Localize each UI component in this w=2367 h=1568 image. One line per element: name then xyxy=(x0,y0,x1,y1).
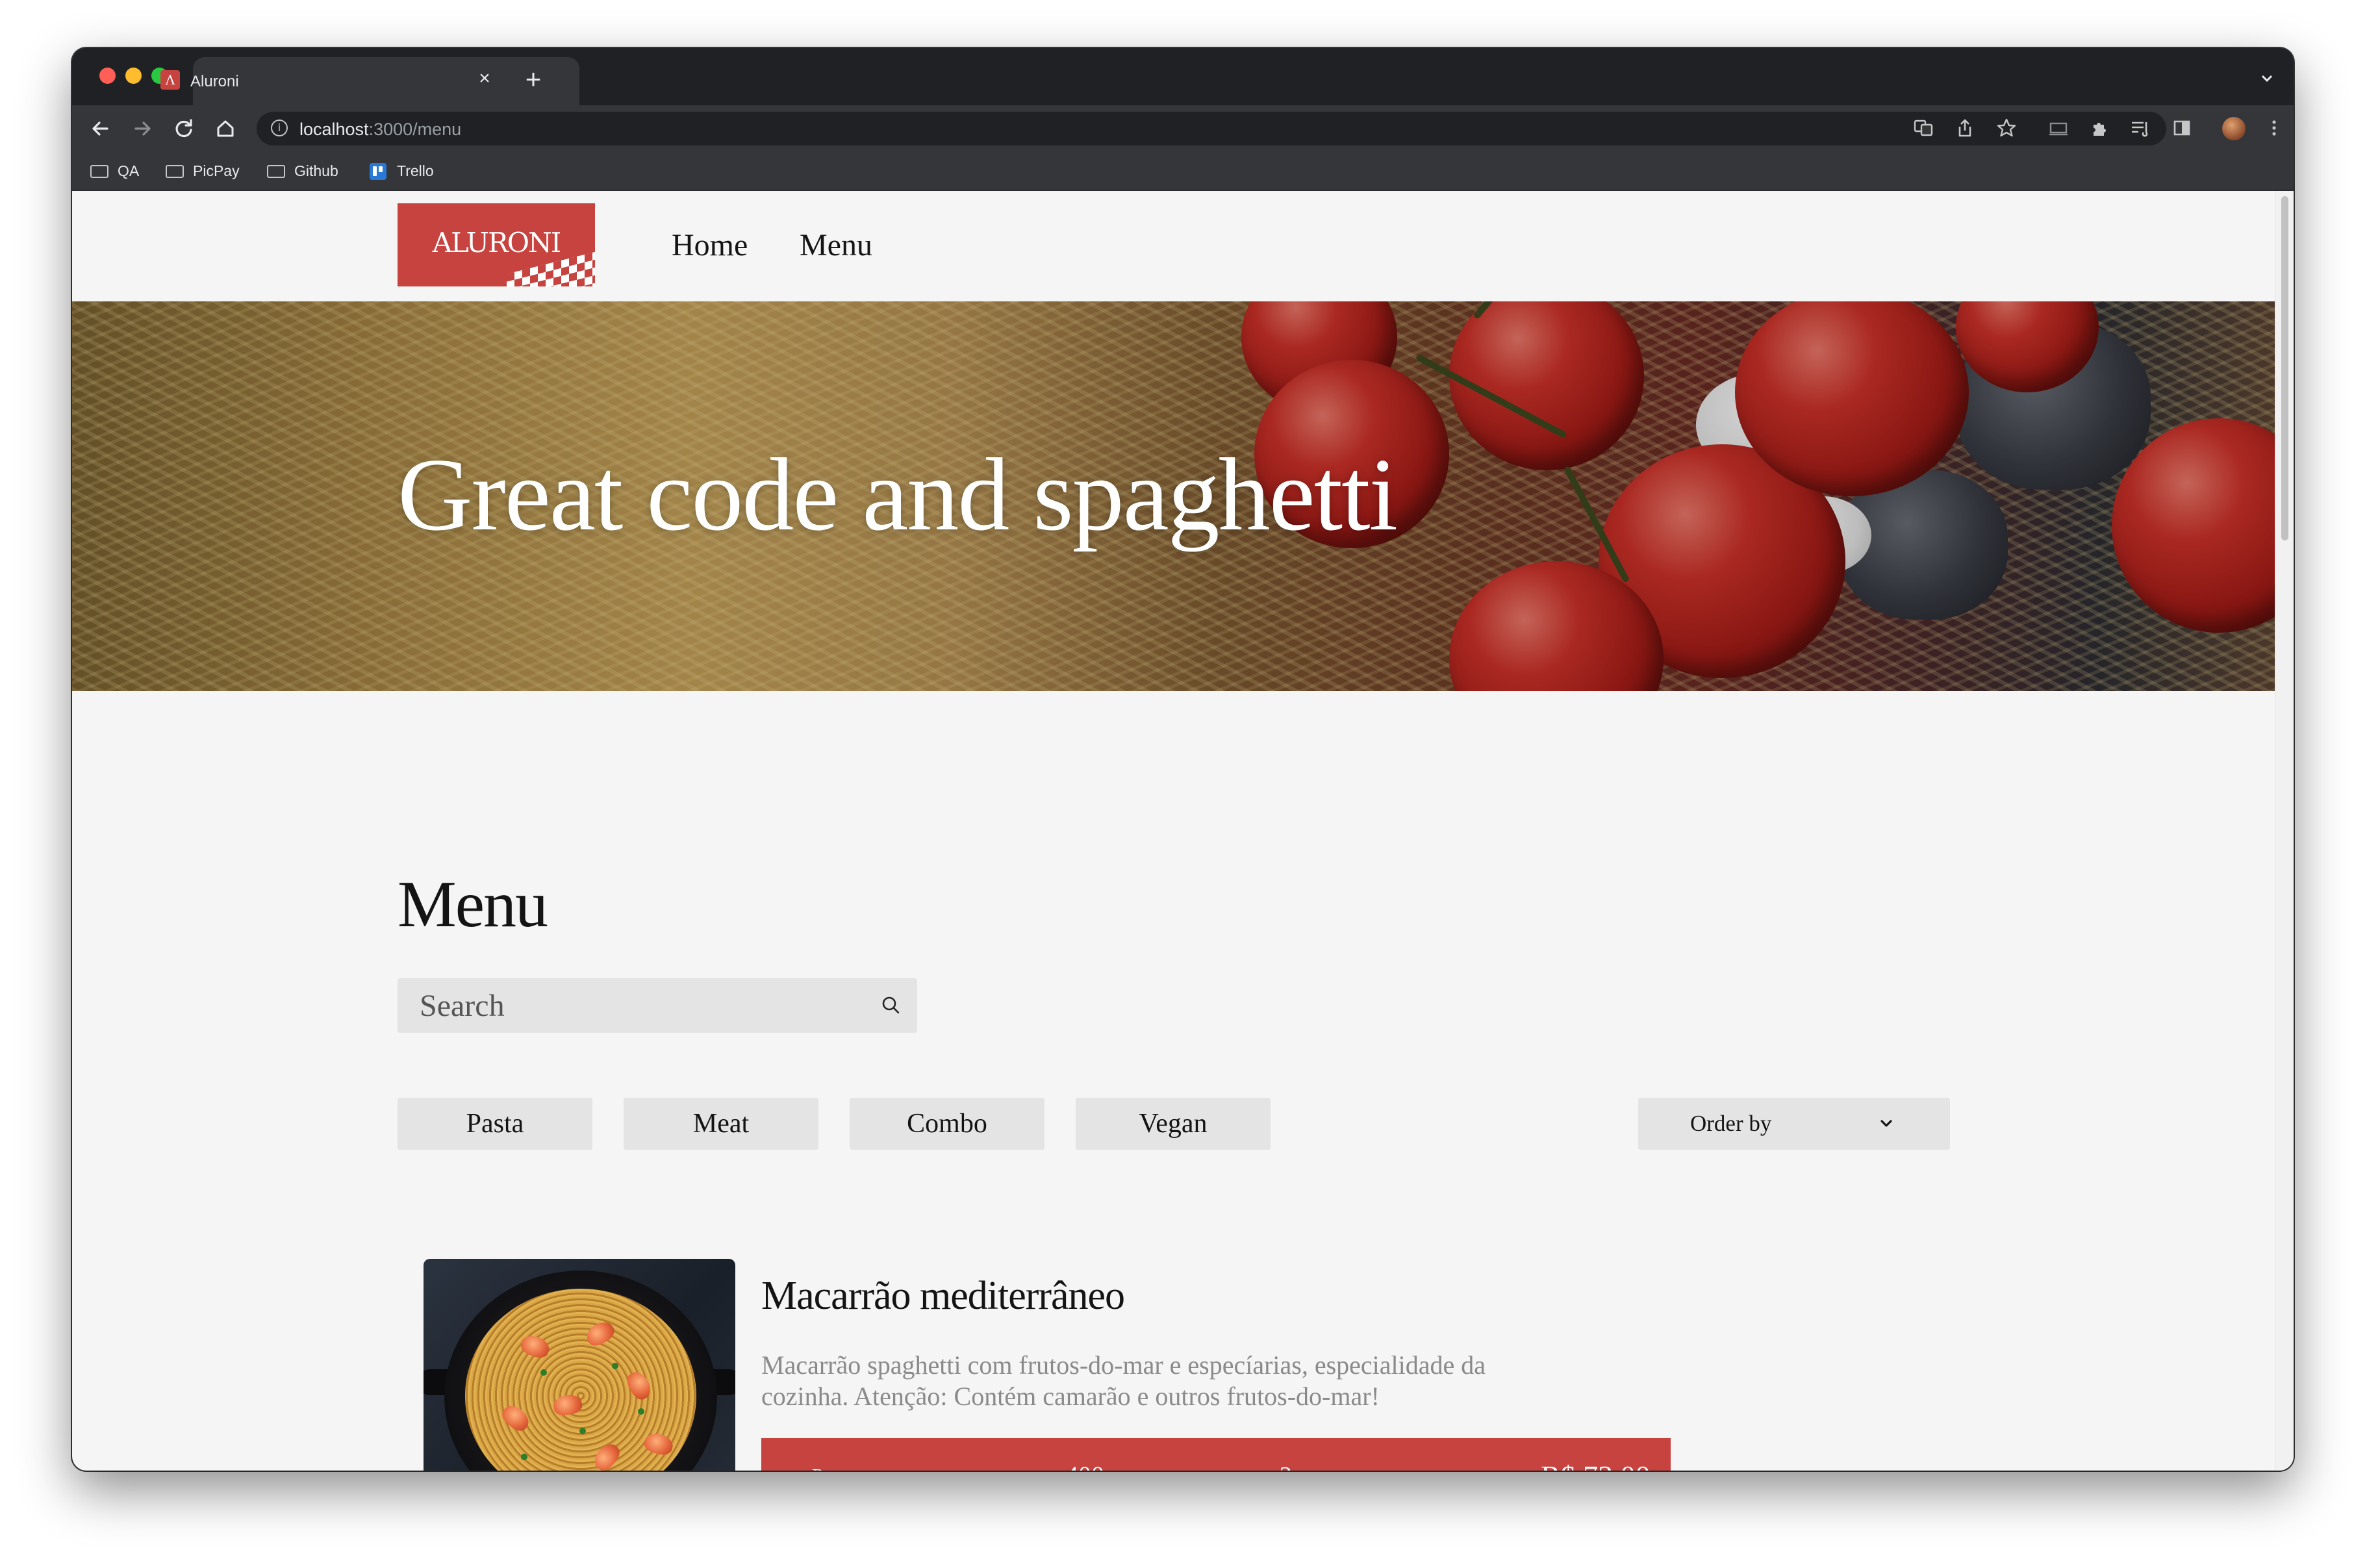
filter-vegan-button[interactable]: Vegan xyxy=(1076,1098,1271,1150)
bookmark-qa[interactable]: QA xyxy=(90,160,139,182)
search-input[interactable] xyxy=(398,978,878,1033)
filter-combo-button[interactable]: Combo xyxy=(850,1098,1044,1150)
herb xyxy=(579,1428,586,1434)
filter-meat-button[interactable]: Meat xyxy=(624,1098,818,1150)
herb xyxy=(638,1408,644,1415)
dish-tags-bar: Pastas 400g 2 pessoas R$ 73.00 xyxy=(761,1438,1671,1471)
dish-price-tag: R$ 73.00 xyxy=(1541,1459,1651,1471)
dish-serves-tag: 2 pessoas xyxy=(1280,1461,1374,1471)
browser-window: Λ Aluroni × + i localhost:3000/menu QA P… xyxy=(72,48,2294,1471)
translate-icon[interactable] xyxy=(1912,117,1935,140)
nav-home[interactable]: Home xyxy=(672,227,748,263)
url-path: :3000/menu xyxy=(368,120,462,139)
page-scrollbar[interactable] xyxy=(2275,191,2294,1471)
search-icon[interactable] xyxy=(878,993,904,1018)
trello-icon xyxy=(370,163,386,180)
address-bar[interactable]: i localhost:3000/menu xyxy=(257,112,2166,145)
hero-banner: Great code and spaghetti xyxy=(72,301,2275,691)
scrollbar-thumb[interactable] xyxy=(2281,196,2288,540)
tab-favicon-icon: Λ xyxy=(160,70,180,90)
tab-title: Aluroni xyxy=(190,73,239,90)
reading-list-icon[interactable] xyxy=(2129,117,2152,140)
url-text[interactable]: localhost:3000/menu xyxy=(299,120,461,140)
home-icon[interactable] xyxy=(211,114,240,143)
menu-heading: Menu xyxy=(398,868,548,941)
extensions-icon[interactable] xyxy=(2087,117,2110,140)
bookmark-picpay[interactable]: PicPay xyxy=(166,160,240,182)
bookmark-label: QA xyxy=(118,162,140,179)
back-icon[interactable] xyxy=(86,114,115,143)
logo[interactable]: ALURONI xyxy=(398,203,595,286)
forward-icon[interactable] xyxy=(128,114,157,143)
minimize-window-button[interactable] xyxy=(125,68,142,84)
filter-pasta-button[interactable]: Pasta xyxy=(398,1098,592,1150)
herb xyxy=(540,1369,547,1376)
url-host: localhost xyxy=(299,120,369,139)
share-icon[interactable] xyxy=(1953,117,1977,140)
order-by-select[interactable]: Order by xyxy=(1638,1098,1950,1150)
folder-icon xyxy=(166,165,184,178)
more-icon[interactable] xyxy=(2262,117,2286,140)
bookmark-label: Github xyxy=(294,162,338,179)
bookmark-star-icon[interactable] xyxy=(1995,117,2018,140)
bookmark-label: PicPay xyxy=(193,162,240,179)
tab-search-chevron-icon[interactable] xyxy=(2259,70,2275,92)
dish-name: Macarrão mediterrâneo xyxy=(761,1274,1125,1318)
folder-icon xyxy=(267,165,285,178)
chevron-down-icon xyxy=(1877,1115,1895,1133)
search-box[interactable] xyxy=(398,978,917,1033)
reload-icon[interactable] xyxy=(170,114,198,143)
herb xyxy=(521,1454,527,1460)
page-viewport: ALURONI Home Menu Great code and spaghet… xyxy=(72,191,2294,1471)
herb xyxy=(612,1363,618,1369)
dish-category-tag: Pastas xyxy=(812,1464,864,1471)
browser-toolbar: i localhost:3000/menu xyxy=(72,105,2294,152)
bookmarks-bar: QA PicPay Github Trello xyxy=(72,152,2294,191)
avatar[interactable] xyxy=(2222,117,2246,140)
dish-size-tag: 400g xyxy=(1065,1460,1117,1471)
cast-icon[interactable] xyxy=(2047,117,2070,140)
logo-text: ALURONI xyxy=(432,227,562,259)
hero-title: Great code and spaghetti xyxy=(398,436,1398,552)
site-header: ALURONI Home Menu xyxy=(72,191,2275,301)
tab-strip: Λ Aluroni × + xyxy=(72,48,2294,105)
folder-icon xyxy=(90,165,108,178)
close-window-button[interactable] xyxy=(99,68,116,84)
new-tab-button[interactable]: + xyxy=(520,66,546,93)
bookmark-github[interactable]: Github xyxy=(267,160,338,182)
nav-menu[interactable]: Menu xyxy=(800,227,872,263)
order-by-label: Order by xyxy=(1690,1111,1772,1136)
tab-close-icon[interactable]: × xyxy=(475,69,494,88)
dish-image xyxy=(424,1259,735,1471)
side-panel-icon[interactable] xyxy=(2170,117,2194,140)
bookmark-trello[interactable]: Trello xyxy=(370,160,434,182)
dish-description: Macarrão spaghetti com frutos-do-mar e e… xyxy=(761,1350,1486,1411)
bookmark-label: Trello xyxy=(397,162,434,179)
site-info-icon[interactable]: i xyxy=(271,120,288,136)
